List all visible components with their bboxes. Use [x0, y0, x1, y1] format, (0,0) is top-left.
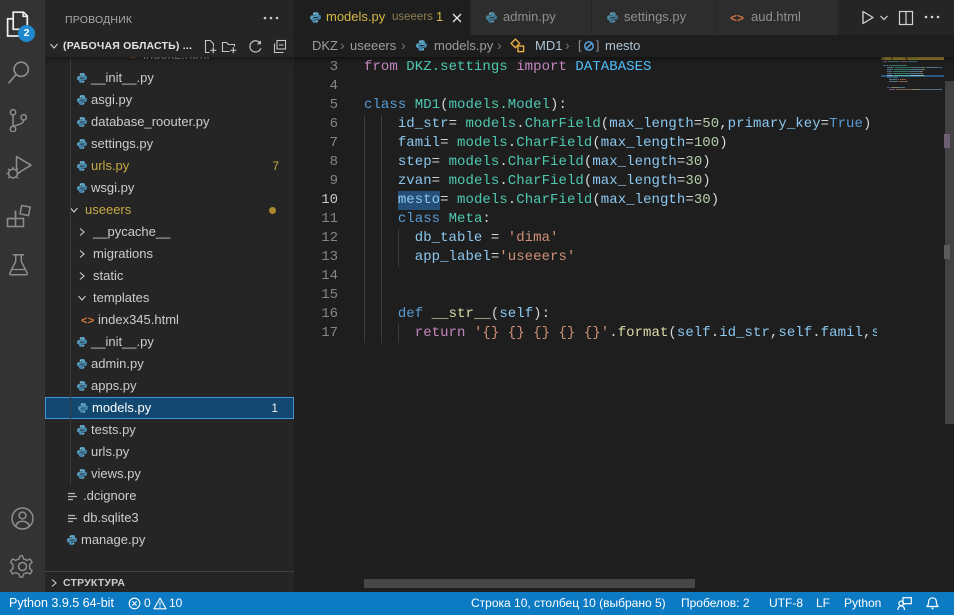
svg-text:<>: <>: [81, 316, 95, 327]
svg-text:<>: <>: [730, 12, 744, 25]
svg-text:<>: <>: [126, 57, 140, 62]
